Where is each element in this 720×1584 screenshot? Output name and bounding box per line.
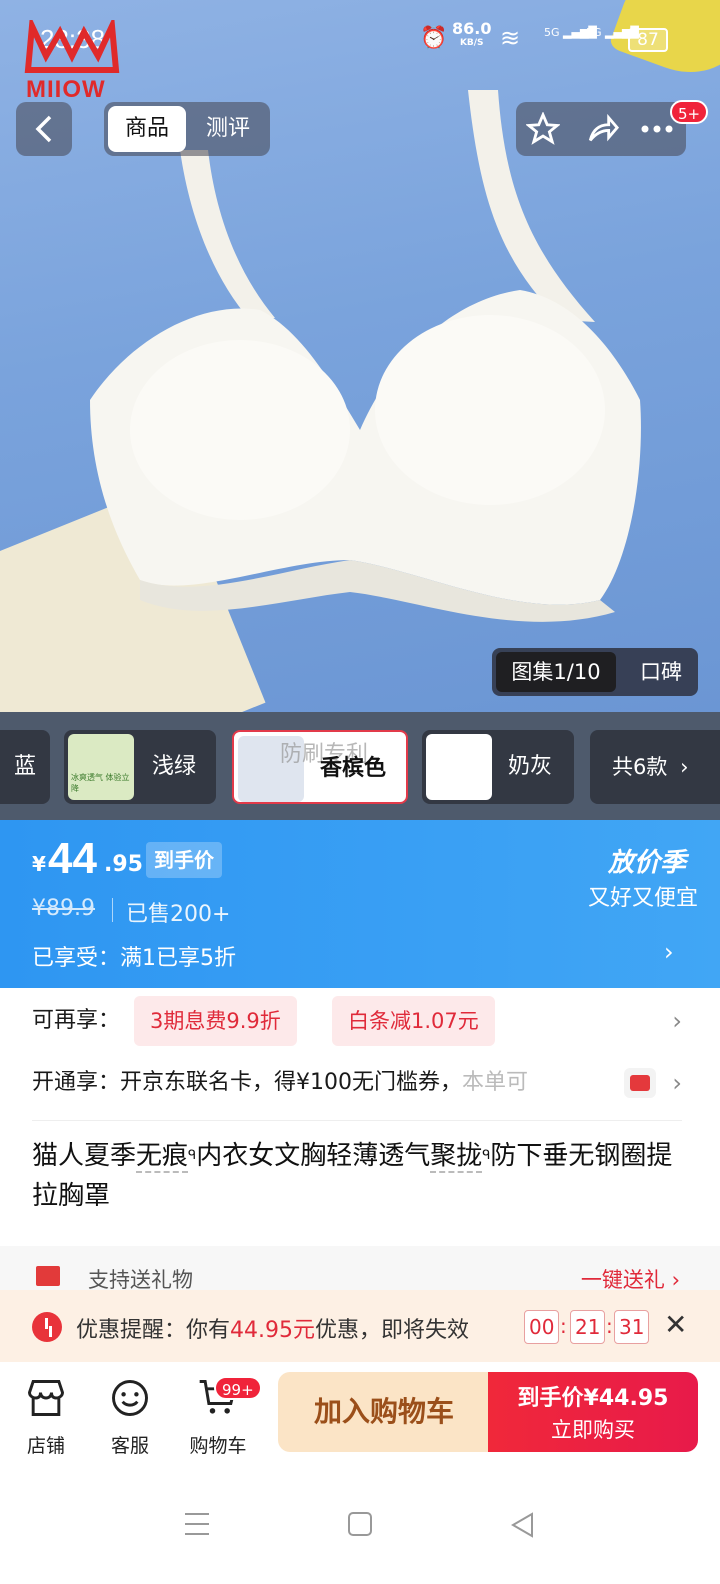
alarm-icon: ⏰	[420, 26, 448, 51]
shop-button[interactable]: 店铺	[6, 1376, 86, 1458]
clock-icon	[32, 1312, 62, 1342]
share-button[interactable]	[584, 110, 622, 148]
back-button[interactable]	[16, 102, 72, 156]
gallery-counter[interactable]: 图集1/10	[496, 652, 616, 692]
header-actions: 5+	[516, 100, 709, 156]
buy-now-button[interactable]: 到手价¥44.95 立即购买	[488, 1372, 698, 1452]
product-title: 猫人夏季无痕ᑫ内衣女文胸轻薄透气聚拢ᑫ防下垂无钢圈提拉胸罩	[32, 1141, 673, 1211]
search-icon: ᑫ	[188, 1148, 197, 1163]
cart-button[interactable]: 购物车 99+	[178, 1376, 262, 1458]
product-image[interactable]: 23:38 ⏰ 86.0 KB/S ≋ 5G ▂▄▆█ 5G ▂▄▆█ 87 M…	[0, 0, 720, 712]
store-icon	[28, 1380, 64, 1416]
applied-promotion[interactable]: 已享受：满1已享5折	[32, 940, 236, 972]
chat-smile-icon	[112, 1380, 148, 1416]
colon: :	[560, 1314, 567, 1338]
message-badge: 5+	[670, 100, 709, 124]
colon: :	[606, 1314, 613, 1338]
chevron-right-icon: ›	[680, 755, 689, 779]
battery-indicator: 87	[628, 28, 668, 52]
customer-service-button[interactable]: 客服	[90, 1376, 170, 1458]
price-decimal: .95	[104, 852, 143, 877]
variant-thumbnail	[426, 734, 492, 800]
cart-badge: 99+	[214, 1376, 262, 1400]
chevron-right-icon: ›	[672, 1069, 682, 1097]
all-variants-button[interactable]: 共6款 ›	[590, 730, 720, 804]
final-price-tag: 到手价	[146, 842, 222, 878]
star-icon	[526, 112, 560, 145]
tab-product[interactable]: 商品	[108, 106, 186, 152]
price-currency: ¥	[32, 852, 46, 876]
variant-selector: 蓝 冰爽透气 体验立降 浅绿 防刷专利 香槟色 奶灰 共6款 ›	[0, 712, 720, 820]
miiow-logo: MIIOW	[24, 14, 124, 103]
countdown-minutes: 21	[570, 1310, 606, 1344]
offer-label: 开通享：开京东联名卡，得¥100无门槛券，本单可	[32, 1070, 529, 1095]
variant-thumbnail: 冰爽透气 体验立降	[68, 734, 134, 800]
system-navigation-bar	[0, 1484, 720, 1584]
baitiao-chip[interactable]: 白条减1.07元	[332, 996, 495, 1046]
installment-chip[interactable]: 3期息费9.9折	[134, 996, 297, 1046]
extra-offers-row[interactable]: 可再享： 3期息费9.9折 白条减1.07元 ›	[32, 996, 692, 1046]
menu-icon[interactable]	[184, 1512, 210, 1536]
reviews-tab[interactable]: 口碑	[624, 648, 698, 696]
chevron-right-icon[interactable]: ›	[664, 938, 674, 966]
divider	[32, 1120, 682, 1121]
chevron-right-icon: ›	[672, 1007, 682, 1035]
more-dots-icon	[641, 125, 673, 133]
sold-count: 已售200+	[126, 902, 231, 927]
header-tabs: 商品 测评	[104, 102, 270, 156]
product-page: 23:38 ⏰ 86.0 KB/S ≋ 5G ▂▄▆█ 5G ▂▄▆█ 87 M…	[0, 0, 720, 1584]
reminder-text: 优惠提醒：你有44.95元优惠，即将失效	[76, 1318, 470, 1343]
chevron-left-icon	[35, 115, 52, 143]
countdown-seconds: 31	[614, 1310, 650, 1344]
card-offer-row[interactable]: 开通享：开京东联名卡，得¥100无门槛券，本单可 ›	[32, 1058, 692, 1108]
gift-icon	[36, 1266, 60, 1286]
countdown-hours: 00	[524, 1310, 560, 1344]
variant-option[interactable]: 奶灰	[422, 730, 574, 804]
price-banner: ¥ 44 .95 到手价 ¥89.9 已售200+ 已享受：满1已享5折 › 放…	[0, 820, 720, 988]
variant-option[interactable]: 冰爽透气 体验立降 浅绿	[64, 730, 216, 804]
credit-card-icon	[624, 1068, 656, 1098]
favorite-button[interactable]	[524, 110, 562, 148]
logo-text: MIIOW	[26, 76, 106, 103]
bottom-action-bar: 店铺 客服 购物车 99+ 加入购物车 到手价¥44.95 立即购买	[0, 1362, 720, 1484]
gallery-switch: 图集1/10 口碑	[492, 648, 698, 696]
back-triangle-icon[interactable]	[510, 1512, 534, 1538]
discount-reminder-bar: 优惠提醒：你有44.95元优惠，即将失效 00 : 21 : 31 ✕	[0, 1290, 720, 1362]
gift-row[interactable]: 支持送礼物 一键送礼 ›	[0, 1246, 720, 1296]
variant-option[interactable]: 蓝	[0, 730, 50, 804]
tab-review[interactable]: 测评	[190, 106, 266, 152]
campaign-subtitle: 又好又便宜	[587, 886, 698, 911]
network-speed: 86.0 KB/S	[452, 19, 492, 49]
close-icon[interactable]: ✕	[664, 1308, 687, 1341]
share-icon	[588, 113, 620, 142]
home-icon[interactable]	[348, 1512, 372, 1536]
add-to-cart-button[interactable]: 加入购物车	[278, 1372, 490, 1452]
campaign-title: 放价季	[607, 848, 686, 878]
keyword-link[interactable]: 无痕	[136, 1141, 189, 1173]
offer-label: 可再享：	[32, 1008, 121, 1033]
original-price: ¥89.9	[32, 896, 95, 921]
divider	[112, 898, 113, 922]
keyword-link[interactable]: 聚拢	[430, 1141, 483, 1173]
variant-option-selected[interactable]: 防刷专利 香槟色	[232, 730, 408, 804]
wifi-icon: ≋	[500, 24, 521, 52]
price-integer: 44	[48, 834, 97, 883]
